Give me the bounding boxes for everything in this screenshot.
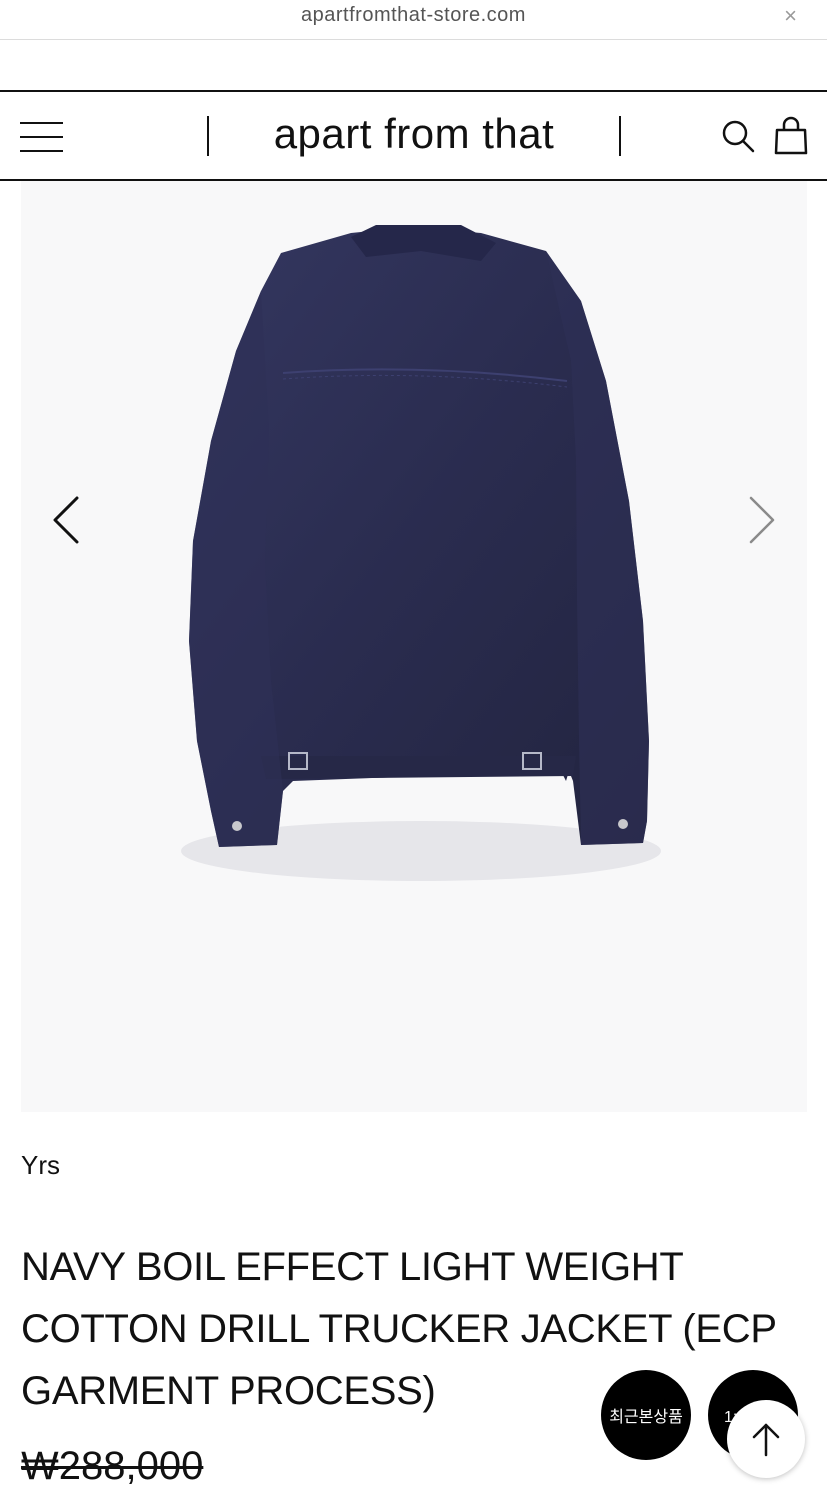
hamburger-icon[interactable] [20, 122, 63, 152]
product-brand[interactable]: Yrs [21, 1150, 60, 1181]
browser-url-bar: apartfromthat-store.com × [0, 0, 827, 40]
search-icon[interactable] [720, 118, 756, 154]
close-icon[interactable]: × [784, 4, 797, 28]
recently-viewed-button[interactable]: 최근본상품 [601, 1370, 691, 1460]
url-text[interactable]: apartfromthat-store.com [0, 4, 827, 27]
product-price: ₩288,000 [21, 1444, 204, 1488]
header-divider-right [619, 116, 621, 156]
recently-viewed-label: 최근본상품 [609, 1409, 683, 1426]
scroll-top-button[interactable] [727, 1400, 805, 1478]
chevron-right-icon[interactable] [741, 493, 777, 547]
chevron-left-icon[interactable] [51, 493, 87, 547]
shopping-bag-icon[interactable] [773, 116, 809, 156]
product-image [181, 225, 661, 881]
product-title: NAVY BOIL EFFECT LIGHT WEIGHT COTTON DRI… [21, 1245, 776, 1413]
brand-logo[interactable]: apart from that [209, 110, 619, 158]
site-header: apart from that [0, 90, 827, 181]
arrow-up-icon [752, 1423, 780, 1457]
product-gallery[interactable] [21, 181, 807, 1112]
